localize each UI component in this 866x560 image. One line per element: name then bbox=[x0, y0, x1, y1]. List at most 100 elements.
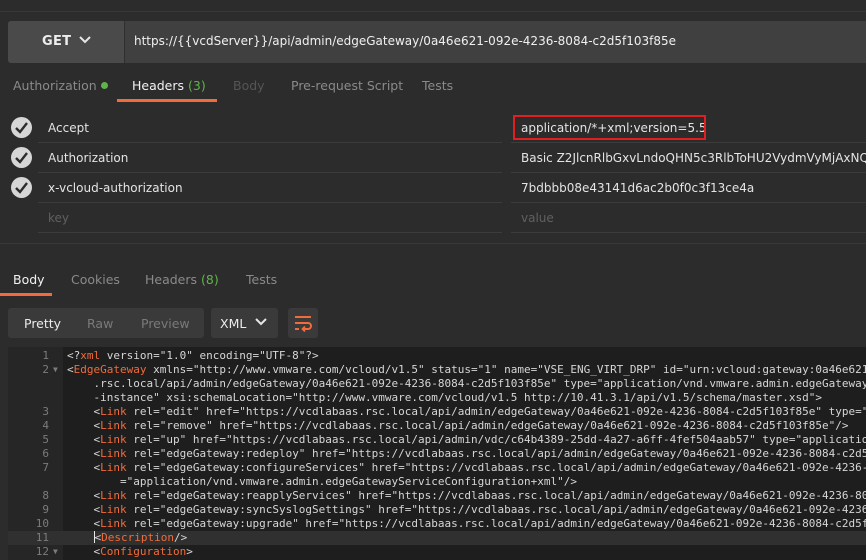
fold-arrow-icon[interactable]: ▼ bbox=[53, 363, 58, 377]
code-line: 9 <Link rel="edgeGateway:syncSyslogSetti… bbox=[8, 503, 866, 517]
code-text: <Link rel="edit" href="https://vcdlabaas… bbox=[67, 405, 866, 418]
format-label: XML bbox=[220, 316, 247, 331]
code-text: ="application/vnd.vmware.admin.edgeGatew… bbox=[67, 475, 577, 488]
fold-arrow-icon[interactable]: ▼ bbox=[53, 545, 58, 559]
header-value[interactable]: Basic Z2JlcnRlbGxvLndoQHN5c3RlbToHU2Vydm… bbox=[521, 151, 866, 165]
tab-label: Cookies bbox=[71, 272, 120, 287]
divider bbox=[38, 232, 502, 233]
code-line: 7 <Link rel="edgeGateway:configureServic… bbox=[8, 461, 866, 475]
code-line: 12 ▼ <Configuration> bbox=[8, 545, 866, 559]
method-label: GET bbox=[42, 34, 72, 49]
code-text: <Link rel="edgeGateway:configureServices… bbox=[67, 461, 866, 474]
view-pretty-button[interactable]: Pretty bbox=[24, 316, 61, 331]
wrap-lines-button[interactable] bbox=[288, 308, 318, 338]
divider bbox=[511, 232, 866, 233]
code-line: 6 <Link rel="edgeGateway:redeploy" href=… bbox=[8, 447, 866, 461]
code-text: <Link rel="up" href="https://vcdlabaas.r… bbox=[67, 433, 866, 446]
code-text: <Description/> bbox=[93, 531, 188, 544]
line-number: 10 bbox=[35, 517, 49, 530]
code-text: .rsc.local/api/admin/edgeGateway/0a46e62… bbox=[67, 377, 866, 390]
line-number: 4 bbox=[42, 419, 49, 432]
tab-label: Headers bbox=[132, 78, 185, 93]
code-text: <?xml version="1.0" encoding="UTF-8"?> bbox=[67, 349, 319, 362]
tab-response-tests[interactable]: Tests bbox=[246, 272, 277, 287]
header-row-new: key value bbox=[0, 203, 866, 233]
check-icon[interactable] bbox=[11, 177, 32, 198]
header-key[interactable]: x-vcloud-authorization bbox=[48, 181, 183, 195]
header-row: x-vcloud-authorization 7bdbbb08e43141d6a… bbox=[0, 173, 866, 203]
line-number: 2 bbox=[42, 363, 49, 376]
code-line: -instance" xsi:schemaLocation="http://ww… bbox=[8, 391, 866, 405]
highlight-box bbox=[513, 115, 706, 140]
active-tab-indicator bbox=[117, 99, 217, 102]
code-line: .rsc.local/api/admin/edgeGateway/0a46e62… bbox=[8, 377, 866, 391]
check-icon[interactable] bbox=[11, 117, 32, 138]
code-text: <Link rel="edgeGateway:redeploy" href="h… bbox=[67, 447, 866, 460]
chevron-down-icon bbox=[255, 318, 267, 326]
text-cursor bbox=[93, 531, 95, 543]
code-line: 11 <Description/> bbox=[8, 531, 866, 545]
header-key[interactable]: Authorization bbox=[48, 151, 128, 165]
tab-response-headers[interactable]: Headers (8) bbox=[145, 272, 219, 287]
top-strip bbox=[0, 0, 866, 12]
request-url-bar: GET https://{{vcdServer}}/api/admin/edge… bbox=[8, 21, 866, 63]
code-text: <Link rel="remove" href="https://vcdlaba… bbox=[67, 419, 849, 432]
tab-response-body[interactable]: Body bbox=[13, 272, 45, 287]
check-icon[interactable] bbox=[11, 147, 32, 168]
code-line: 2 ▼ <EdgeGateway xmlns="http://www.vmware.… bbox=[8, 363, 866, 377]
line-number: 8 bbox=[42, 489, 49, 502]
response-body-editor[interactable]: 1 <?xml version="1.0" encoding="UTF-8"?> 2… bbox=[8, 347, 866, 560]
view-preview-button[interactable]: Preview bbox=[141, 316, 190, 331]
code-line: 8 <Link rel="edgeGateway:reapplyServices… bbox=[8, 489, 866, 503]
code-text: <Configuration> bbox=[67, 545, 193, 558]
line-number: 3 bbox=[42, 405, 49, 418]
header-value-input[interactable]: value bbox=[521, 211, 554, 225]
chevron-down-icon bbox=[79, 36, 91, 44]
code-text: <Link rel="edgeGateway:syncSyslogSetting… bbox=[67, 503, 866, 516]
code-line: 4 <Link rel="remove" href="https://vcdla… bbox=[8, 419, 866, 433]
tab-label: Tests bbox=[246, 272, 278, 287]
line-number: 12 bbox=[35, 545, 49, 558]
tab-authorization[interactable]: Authorization bbox=[13, 78, 108, 93]
tab-headers[interactable]: Headers (3) bbox=[132, 78, 206, 93]
tab-label: Headers bbox=[145, 272, 198, 287]
code-line: 5 <Link rel="up" href="https://vcdlabaas… bbox=[8, 433, 866, 447]
response-toolbar: Pretty Raw Preview XML bbox=[0, 306, 866, 340]
tab-label: Body bbox=[233, 78, 265, 93]
line-number: 9 bbox=[42, 503, 49, 516]
status-dot-icon bbox=[100, 82, 108, 89]
line-number: 5 bbox=[42, 433, 49, 446]
wrap-lines-icon bbox=[295, 316, 312, 333]
request-tabs: Authorization Headers (3) Body Pre-reque… bbox=[0, 72, 866, 102]
code-text: <Link rel="edgeGateway:reapplyServices" … bbox=[67, 489, 866, 502]
tab-label: Pre-request Script bbox=[291, 78, 404, 93]
view-raw-button[interactable]: Raw bbox=[87, 316, 113, 331]
code-text: <EdgeGateway xmlns="http://www.vmware.co… bbox=[67, 363, 866, 376]
tab-count: (8) bbox=[201, 272, 219, 287]
header-row: Accept application/*+xml;version=5.5 bbox=[0, 113, 866, 143]
code-line: 10 <Link rel="edgeGateway:upgrade" href=… bbox=[8, 517, 866, 531]
tab-cookies[interactable]: Cookies bbox=[71, 272, 120, 287]
tab-pre-request-script[interactable]: Pre-request Script bbox=[291, 78, 403, 93]
section-divider bbox=[0, 243, 866, 244]
tab-label: Tests bbox=[422, 78, 454, 93]
format-dropdown[interactable]: XML bbox=[211, 308, 278, 338]
method-dropdown[interactable]: GET bbox=[8, 21, 125, 63]
tab-count: (3) bbox=[188, 78, 206, 93]
code-text: -instance" xsi:schemaLocation="http://ww… bbox=[67, 391, 822, 404]
code-line: ="application/vnd.vmware.admin.edgeGatew… bbox=[8, 475, 866, 489]
line-number: 6 bbox=[42, 447, 49, 460]
line-number: 11 bbox=[35, 531, 49, 544]
code-text: <Link rel="edgeGateway:upgrade" href="ht… bbox=[67, 517, 866, 530]
active-tab-indicator bbox=[0, 293, 52, 296]
tab-body[interactable]: Body bbox=[233, 78, 265, 93]
header-key[interactable]: Accept bbox=[48, 121, 89, 135]
url-input[interactable]: https://{{vcdServer}}/api/admin/edgeGate… bbox=[134, 34, 676, 48]
line-number: 1 bbox=[42, 349, 49, 362]
tab-label: Body bbox=[13, 272, 45, 287]
response-tabs: Body Cookies Headers (8) Tests bbox=[0, 266, 866, 296]
header-key-input[interactable]: key bbox=[48, 211, 69, 225]
header-value[interactable]: 7bdbbb08e43141d6ac2b0f0c3f13ce4a bbox=[521, 181, 754, 195]
tab-tests[interactable]: Tests bbox=[422, 78, 453, 93]
line-number: 7 bbox=[42, 461, 49, 474]
